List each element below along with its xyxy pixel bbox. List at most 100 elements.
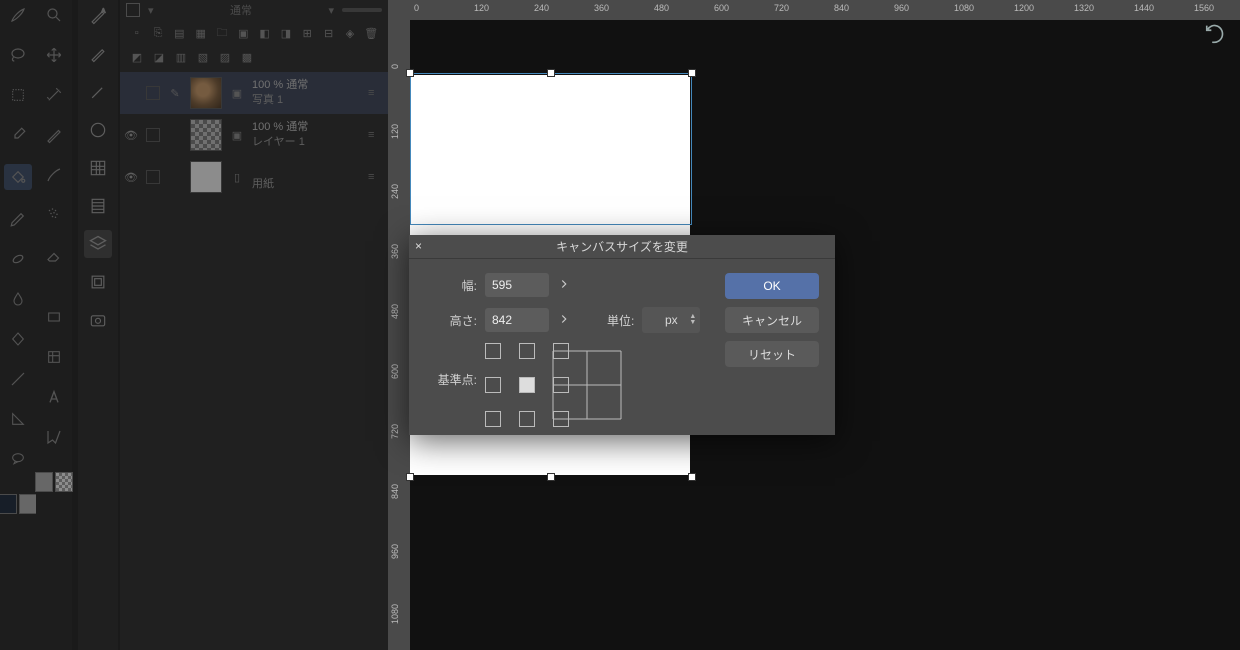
triangle-icon[interactable] [7, 408, 29, 430]
speech-icon[interactable] [7, 448, 29, 470]
panel-layers-icon[interactable] [84, 230, 112, 258]
layer-menu-icon[interactable]: ≡ [368, 87, 384, 99]
tb-icon[interactable]: ⊞ [299, 24, 316, 42]
close-icon[interactable]: × [415, 239, 431, 255]
anchor-cell[interactable] [485, 343, 501, 359]
swatch-fg[interactable] [0, 494, 17, 514]
handle-tl[interactable] [406, 69, 414, 77]
panel-pen-a-icon[interactable]: A [84, 2, 112, 30]
chevron-right-icon[interactable] [557, 277, 573, 293]
anchor-cell[interactable] [553, 343, 569, 359]
layer-menu-icon[interactable]: ≡ [368, 129, 384, 141]
ruler-vertical: 01202403604806007208409601080 [388, 20, 410, 650]
anchor-cell[interactable] [485, 411, 501, 427]
layer-check[interactable] [146, 86, 160, 100]
visibility-icon[interactable]: 👁 [124, 171, 140, 184]
canvas-rotate-icon[interactable] [1204, 22, 1226, 44]
anchor-cell[interactable] [553, 377, 569, 393]
anchor-cell[interactable] [519, 411, 535, 427]
panel-circle-icon[interactable] [84, 116, 112, 144]
handle-br[interactable] [688, 473, 696, 481]
edit-icon[interactable]: ✎ [166, 84, 184, 102]
brush2-icon[interactable] [43, 164, 65, 186]
rect-icon[interactable] [43, 306, 65, 328]
layer-check[interactable] [146, 128, 160, 142]
tb-icon[interactable]: ▤ [171, 24, 188, 42]
anchor-cell[interactable] [553, 411, 569, 427]
folder-icon[interactable]: 🗀 [213, 24, 230, 42]
blend-icon[interactable] [7, 248, 29, 270]
width-input[interactable] [485, 273, 549, 297]
layer-row[interactable]: 👁 ▣ 100 % 通常 レイヤー 1 ≡ [120, 114, 388, 156]
layer-menu-icon[interactable]: ≡ [368, 171, 384, 183]
visibility-icon[interactable]: 👁 [124, 129, 140, 142]
bucket-icon[interactable] [4, 164, 32, 190]
height-input[interactable] [485, 308, 549, 332]
pen-icon[interactable] [7, 208, 29, 230]
zoom-icon[interactable] [43, 4, 65, 26]
marquee-icon[interactable] [7, 84, 29, 106]
tb-icon[interactable]: ▣ [235, 24, 252, 42]
text-icon[interactable] [43, 386, 65, 408]
brush-icon[interactable] [7, 4, 29, 26]
spray-icon[interactable] [43, 204, 65, 226]
handle-tr[interactable] [688, 69, 696, 77]
stepper-arrows-icon[interactable]: ▲▼ [689, 314, 696, 326]
handle-tm[interactable] [547, 69, 555, 77]
tb2-icon[interactable]: ▧ [194, 48, 212, 66]
unit-select[interactable]: px ▲▼ [642, 307, 700, 333]
tb2-icon[interactable]: ▩ [238, 48, 256, 66]
panel-grid-icon[interactable] [84, 154, 112, 182]
layers-header-check[interactable] [126, 3, 140, 17]
correction-icon[interactable] [43, 426, 65, 448]
swatch-fg-b[interactable] [35, 472, 53, 492]
layer-check[interactable] [146, 170, 160, 184]
panel-camera-icon[interactable] [84, 306, 112, 334]
chevron-right-icon[interactable] [557, 312, 573, 328]
tb-icon[interactable]: ◈ [341, 24, 358, 42]
dialog-titlebar[interactable]: × キャンバスサイズを変更 [409, 235, 835, 259]
tb2-icon[interactable]: ▨ [216, 48, 234, 66]
reset-button[interactable]: リセット [725, 341, 819, 367]
panel-box-icon[interactable] [84, 268, 112, 296]
layer-row[interactable]: ✎ ▣ 100 % 通常 写真 1 ≡ [120, 72, 388, 114]
opacity-slider[interactable] [342, 8, 382, 12]
handle-bl[interactable] [406, 473, 414, 481]
tb2-icon[interactable]: ◪ [150, 48, 168, 66]
color-swatches[interactable] [0, 494, 37, 514]
tb2-icon[interactable]: ◩ [128, 48, 146, 66]
tb-icon[interactable]: ◧ [256, 24, 273, 42]
blend-mode-label[interactable]: 通常 [162, 2, 321, 18]
drop-icon[interactable] [7, 288, 29, 310]
tb-icon[interactable]: ⊟ [320, 24, 337, 42]
cancel-button[interactable]: キャンセル [725, 307, 819, 333]
frame-icon[interactable] [43, 346, 65, 368]
trash-icon[interactable]: 🗑 [363, 24, 380, 42]
swatch-bg[interactable] [19, 494, 37, 514]
selection-rect[interactable] [410, 73, 692, 225]
tb2-icon[interactable]: ▥ [172, 48, 190, 66]
tb-icon[interactable]: ▦ [192, 24, 209, 42]
ok-button[interactable]: OK [725, 273, 819, 299]
rhombus-icon[interactable] [7, 328, 29, 350]
move-icon[interactable] [43, 44, 65, 66]
panel-film-icon[interactable] [84, 192, 112, 220]
anchor-cell[interactable] [485, 377, 501, 393]
anchor-cell[interactable] [519, 343, 535, 359]
handle-bm[interactable] [547, 473, 555, 481]
panel-pen-a2-icon[interactable] [84, 40, 112, 68]
line-icon[interactable] [7, 368, 29, 390]
anchor-cell-selected[interactable] [519, 377, 535, 393]
color-swatches-b[interactable] [35, 472, 73, 492]
swatch-transparent[interactable] [55, 472, 73, 492]
lasso-icon[interactable] [7, 44, 29, 66]
new-layer-icon[interactable]: ▫ [128, 24, 145, 42]
tb-icon[interactable]: ◨ [277, 24, 294, 42]
layer-row[interactable]: 👁 ▯ 用紙 ≡ [120, 156, 388, 198]
wand-icon[interactable] [43, 84, 65, 106]
pen2-icon[interactable] [43, 124, 65, 146]
eyedropper-icon[interactable] [7, 124, 29, 146]
panel-pen-a3-icon[interactable] [84, 78, 112, 106]
eraser-icon[interactable] [43, 244, 65, 266]
tb-icon[interactable]: ⎘ [149, 24, 166, 42]
